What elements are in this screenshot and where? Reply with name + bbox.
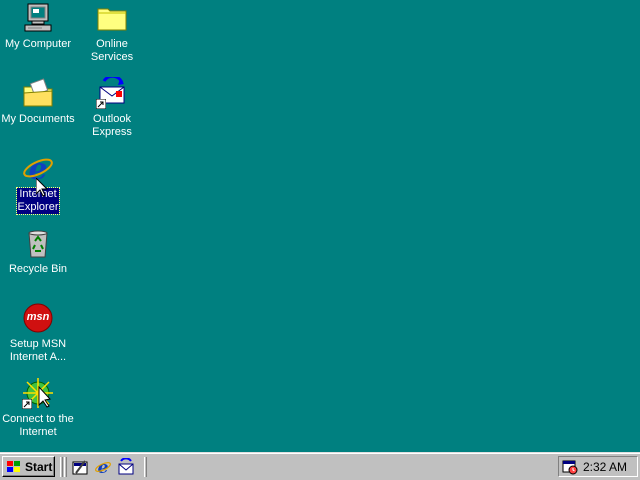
shortcut-arrow-icon xyxy=(22,399,32,409)
desktop-icon-online-services[interactable]: Online Services xyxy=(74,2,150,64)
show-desktop-icon[interactable] xyxy=(71,458,89,476)
desktop-icon-label: Setup MSN Internet A... xyxy=(9,338,67,363)
outlook-express-icon xyxy=(96,74,128,109)
desktop-icon-label: Outlook Express xyxy=(92,113,132,138)
folder-icon xyxy=(96,2,128,34)
svg-text:e: e xyxy=(28,152,47,184)
desktop-icon-outlook-express[interactable]: Outlook Express xyxy=(74,74,150,139)
desktop-icon-connect-internet[interactable]: Connect to the Internet xyxy=(0,377,76,439)
desktop[interactable]: My Computer Online Services My Documents xyxy=(0,0,640,452)
msn-icon: msn xyxy=(22,302,54,334)
quick-launch-grip[interactable] xyxy=(144,457,147,477)
computer-icon xyxy=(22,2,54,34)
shortcut-arrow-icon xyxy=(96,99,106,109)
desktop-icon-label: My Computer xyxy=(4,38,72,50)
internet-explorer-icon: e xyxy=(22,152,54,187)
desktop-icon-setup-msn[interactable]: msn Setup MSN Internet A... xyxy=(0,302,76,364)
desktop-icon-label: Internet Explorer xyxy=(15,187,61,215)
taskbar: Start e 2:32 AM xyxy=(0,452,640,480)
start-button[interactable]: Start xyxy=(2,456,55,477)
desktop-icon-my-documents[interactable]: My Documents xyxy=(0,77,76,126)
desktop-icon-my-computer[interactable]: My Computer xyxy=(0,2,76,51)
internet-explorer-icon[interactable]: e xyxy=(94,458,112,476)
documents-folder-icon xyxy=(22,77,54,109)
desktop-icon-label: My Documents xyxy=(1,113,75,125)
system-tray: 2:32 AM xyxy=(558,456,638,477)
desktop-icon-internet-explorer[interactable]: e Internet Explorer xyxy=(0,152,76,215)
quick-launch-grip[interactable] xyxy=(64,457,67,477)
desktop-icon-recycle-bin[interactable]: Recycle Bin xyxy=(0,227,76,276)
recycle-bin-icon xyxy=(22,227,54,259)
msn-badge-text: msn xyxy=(26,311,50,323)
start-label: Start xyxy=(25,459,53,474)
windows-logo-icon xyxy=(7,460,20,472)
outlook-express-icon[interactable] xyxy=(117,458,135,476)
desktop-icon-label: Recycle Bin xyxy=(8,263,68,275)
scheduler-icon[interactable] xyxy=(562,459,578,475)
clock[interactable]: 2:32 AM xyxy=(583,460,627,474)
connect-wizard-icon xyxy=(22,377,54,409)
quick-launch-grip[interactable] xyxy=(60,457,63,477)
svg-text:e: e xyxy=(98,458,109,476)
desktop-icon-label: Connect to the Internet xyxy=(2,413,74,438)
desktop-icon-label: Online Services xyxy=(90,38,134,63)
